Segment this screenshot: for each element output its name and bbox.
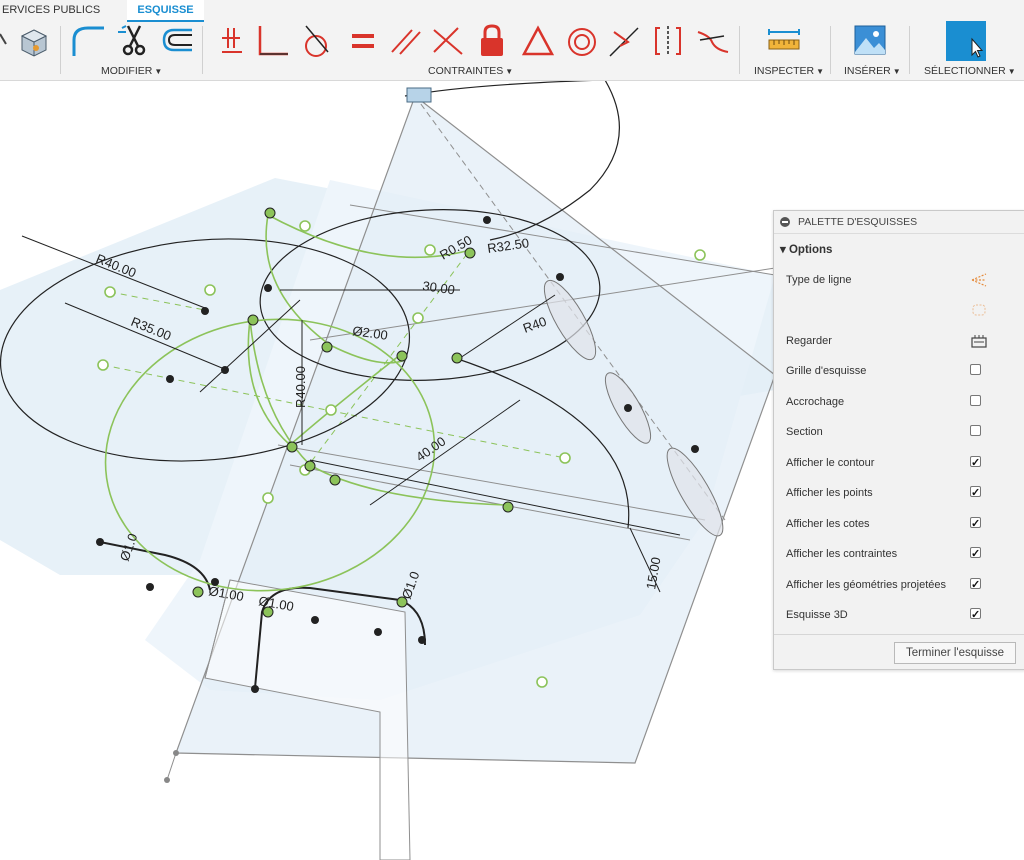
option-projected-checkbox[interactable] [970,574,981,596]
option-snap-row: Accrochage [786,391,1016,413]
tab-services-publics[interactable]: ERVICES PUBLICS [0,0,122,20]
sketch-palette: PALETTE D'ESQUISSES ▾ Options Type de li… [773,210,1024,670]
line-type-row: Type de ligne [786,269,1016,291]
box-3d-icon[interactable] [16,22,52,58]
palette-header[interactable]: PALETTE D'ESQUISSES [774,211,1024,234]
option-grid-label: Grille d'esquisse [786,365,867,377]
option-profile-label: Afficher le contour [786,457,875,469]
centerline-icon[interactable] [970,303,988,317]
dim-r40-vertical[interactable]: R40.00 [293,366,308,408]
insert-image-icon[interactable] [852,22,888,58]
origin-marker[interactable] [406,87,432,103]
perpendicular-lines-icon[interactable] [430,22,466,58]
separator [830,26,831,74]
create-tool-icon[interactable] [0,22,10,58]
option-projected-row: Afficher les géométries projetées [786,574,1016,596]
offset-icon[interactable] [158,22,194,58]
options-label: Options [788,244,833,256]
coincident-constraint-icon[interactable] [214,22,250,58]
look-at-label: Regarder [786,335,832,347]
separator [202,26,203,74]
midpoint-constraint-icon[interactable] [606,22,642,58]
option-projected-label: Afficher les géométries projetées [786,579,946,591]
construction-line-icon[interactable] [970,273,988,287]
concentric-constraint-icon[interactable] [564,22,600,58]
finish-sketch-button[interactable]: Terminer l'esquisse [894,642,1016,664]
option-3d-sketch-checkbox[interactable] [970,604,981,626]
separator [60,26,61,74]
option-section-checkbox[interactable] [970,425,981,436]
triangle-constraint-icon[interactable] [520,22,556,58]
separator [909,26,910,74]
option-constraints-row: Afficher les contraintes [786,543,1016,565]
option-section-row: Section [786,421,1016,443]
option-snap-label: Accrochage [786,396,845,408]
trim-scissors-icon[interactable] [116,22,152,58]
tab-esquisse[interactable]: ESQUISSE [127,0,204,22]
separator [739,26,740,74]
group-label-inserer[interactable]: INSÉRER ▼ [844,65,901,77]
curvature-constraint-icon[interactable] [694,22,730,58]
centerline-row [786,299,1016,321]
equal-constraint-icon[interactable] [344,22,380,58]
option-dimensions-checkbox[interactable] [970,513,981,535]
group-label-selectionner[interactable]: SÉLECTIONNER ▼ [924,65,1016,77]
option-points-label: Afficher les points [786,487,873,499]
look-at-row: Regarder [786,330,1016,352]
option-points-checkbox[interactable] [970,482,981,504]
option-grid-row: Grille d'esquisse [786,360,1016,382]
option-grid-checkbox[interactable] [970,364,981,375]
option-profile-row: Afficher le contour [786,452,1016,474]
select-cursor-icon[interactable] [946,21,986,61]
group-label-modifier[interactable]: MODIFIER ▼ [101,65,162,77]
palette-title: PALETTE D'ESQUISSES [798,216,918,228]
option-section-label: Section [786,426,823,438]
parallel-constraint-icon[interactable] [388,22,424,58]
line-type-label: Type de ligne [786,274,852,286]
option-constraints-checkbox[interactable] [970,543,981,565]
option-dimensions-row: Afficher les cotes [786,513,1016,535]
group-label-inspecter[interactable]: INSPECTER ▼ [754,65,824,77]
look-at-icon[interactable] [970,334,988,348]
option-points-row: Afficher les points [786,482,1016,504]
measure-ruler-icon[interactable] [766,22,802,58]
palette-footer-divider [774,634,1024,635]
fix-lock-icon[interactable] [474,22,510,58]
option-3d-sketch-row: Esquisse 3D [786,604,1016,626]
ribbon-toolbar: ERVICES PUBLICS ESQUISSE MODIFIER ▼ CONT… [0,0,1024,81]
tangent-constraint-icon[interactable] [298,22,334,58]
option-3d-sketch-label: Esquisse 3D [786,609,848,621]
option-profile-checkbox[interactable] [970,452,981,474]
fillet-icon[interactable] [70,22,106,58]
collapse-icon[interactable] [780,217,790,227]
options-section-toggle[interactable]: ▾ Options [780,242,832,256]
option-dimensions-label: Afficher les cotes [786,518,870,530]
symmetry-constraint-icon[interactable] [650,22,686,58]
option-snap-checkbox[interactable] [970,395,981,406]
perpendicular-constraint-icon[interactable] [254,22,290,58]
group-label-contraintes[interactable]: CONTRAINTES ▼ [428,65,513,77]
option-constraints-label: Afficher les contraintes [786,548,898,560]
